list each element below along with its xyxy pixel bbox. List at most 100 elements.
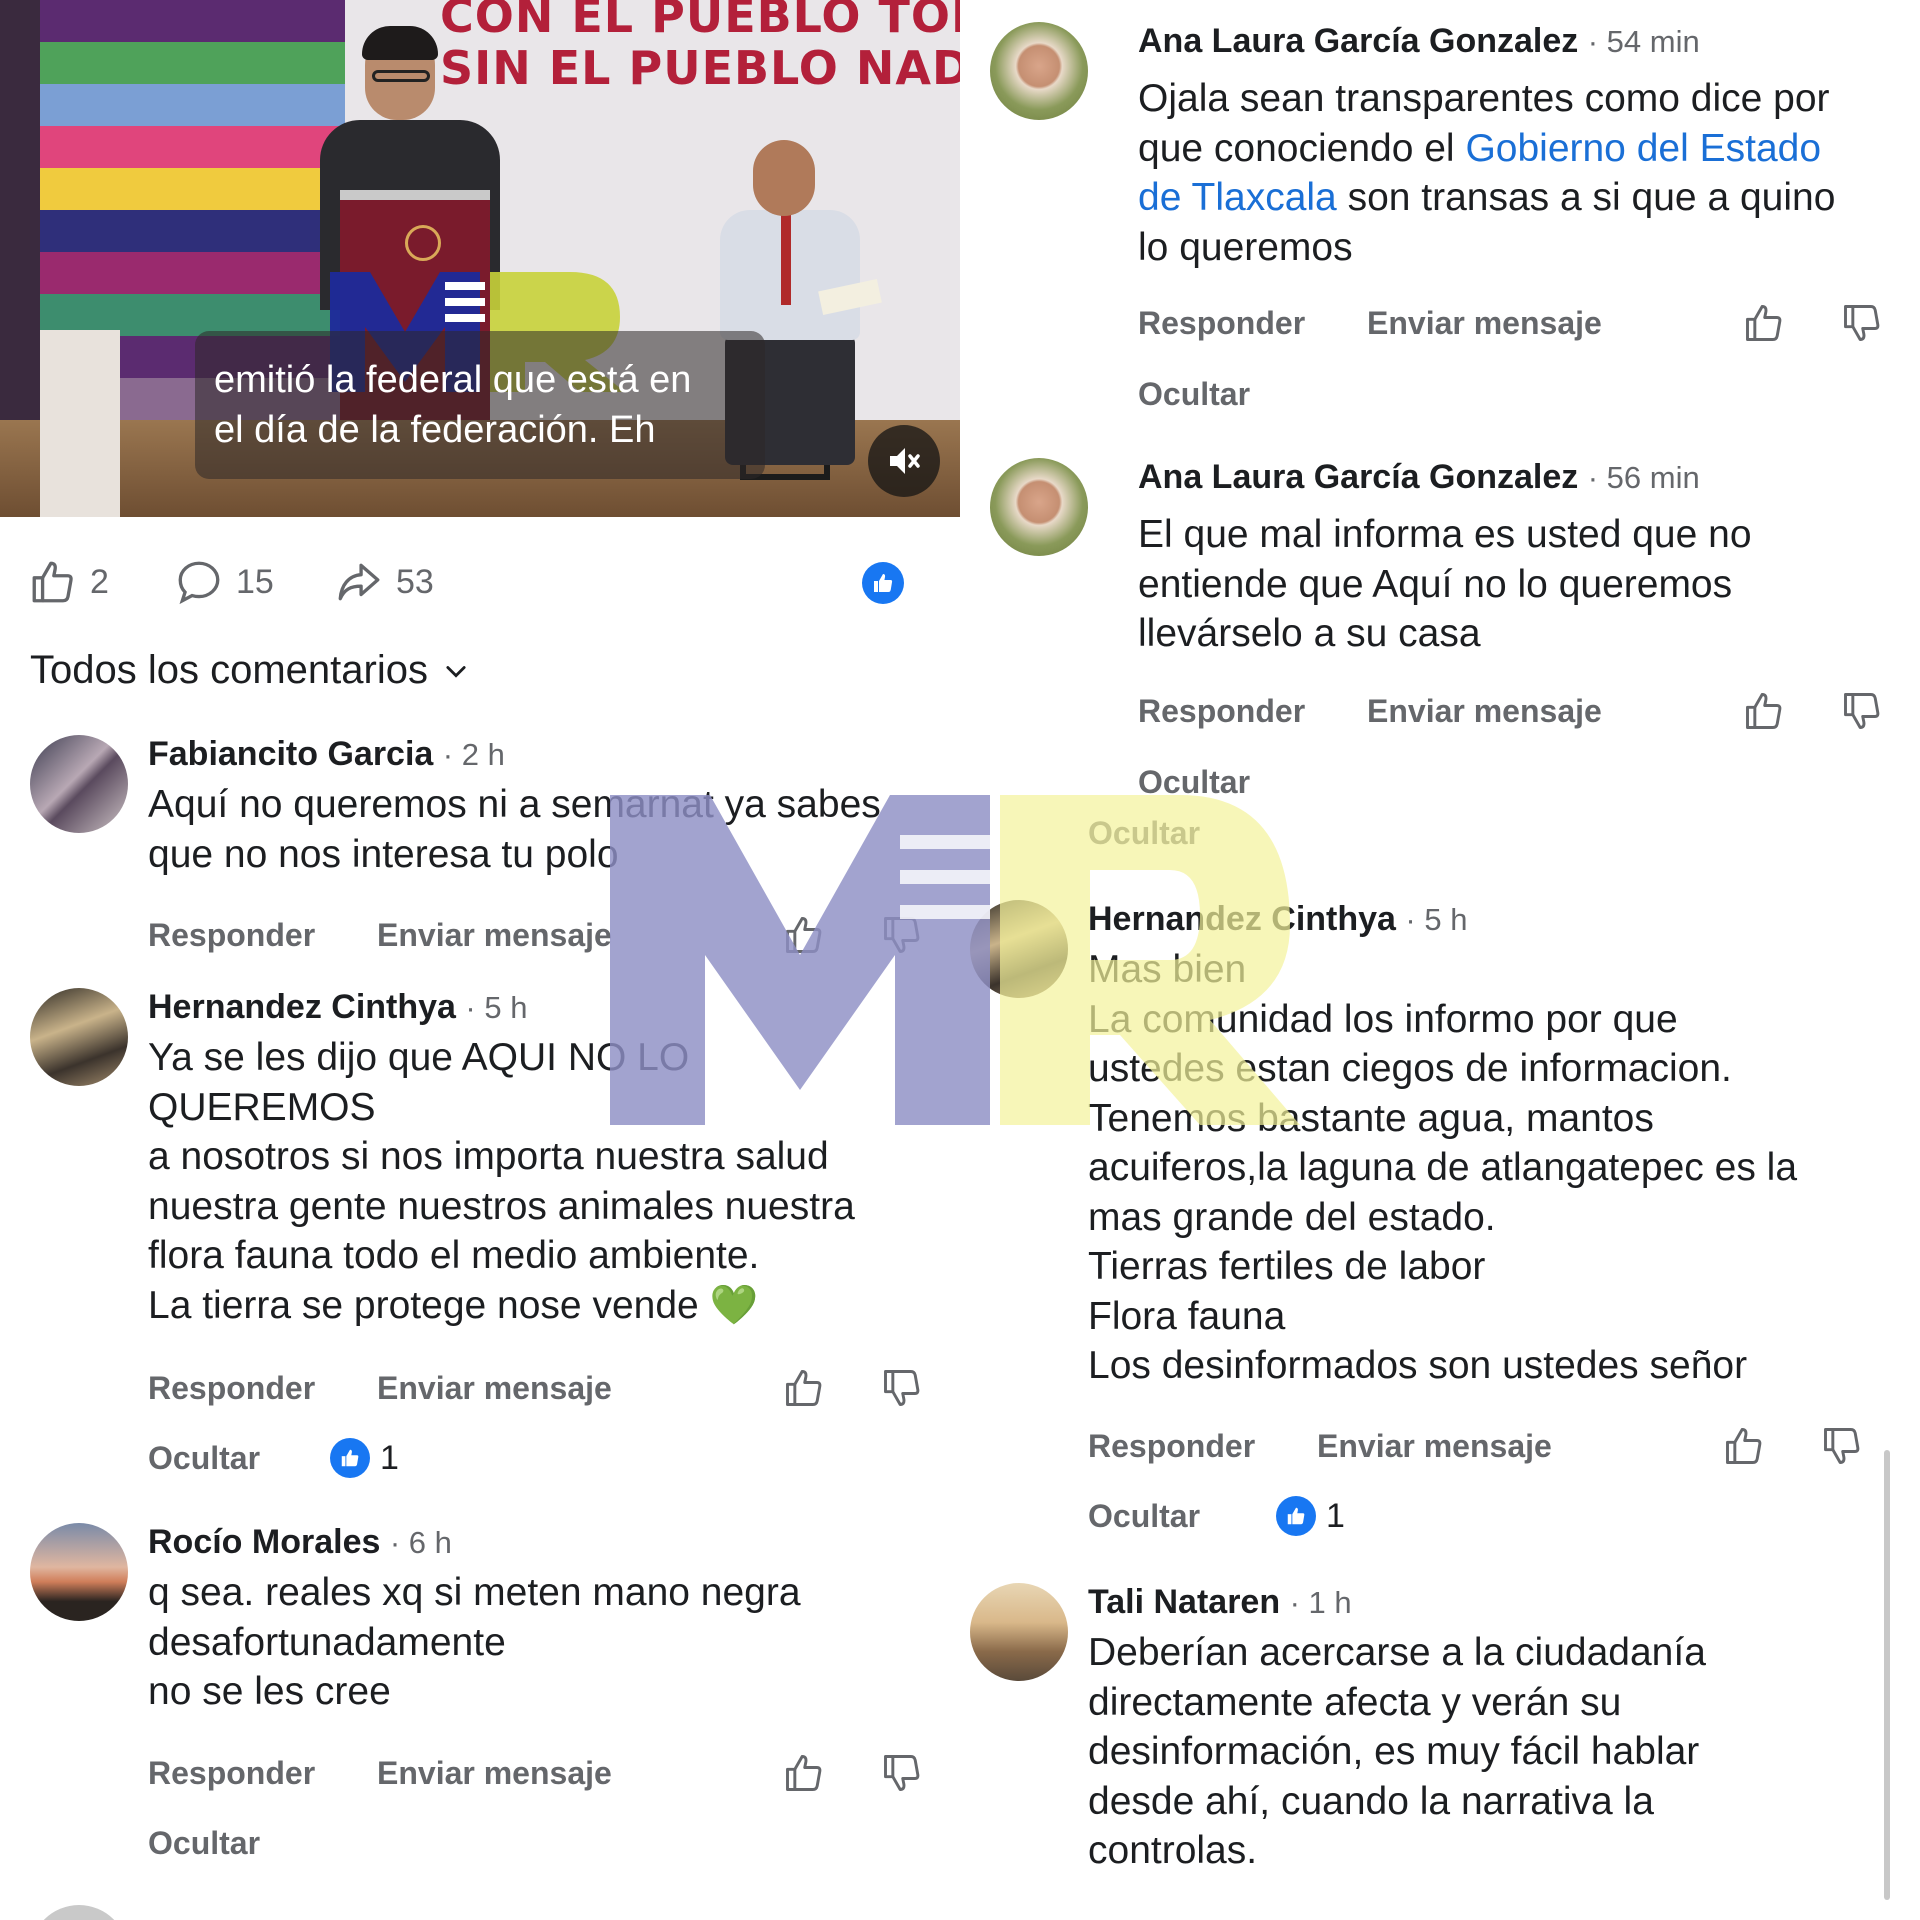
comment-author[interactable]: Ana Laura García Gonzalez: [1138, 458, 1578, 496]
send-message-button[interactable]: Enviar mensaje: [377, 1370, 612, 1407]
thumbs-down-icon[interactable]: [880, 1366, 924, 1410]
comment-author[interactable]: Fabiancito Garcia: [148, 735, 433, 773]
avatar[interactable]: [970, 1583, 1068, 1681]
comment-header: Ana Laura García Gonzalez · 54 min: [1138, 22, 1700, 61]
avatar[interactable]: [30, 735, 128, 833]
comment-item: Hernandez Cinthya · 5 h Mas bien La comu…: [970, 900, 1910, 1550]
comment-text: Aquí no queremos ni a semarnat ya sabes …: [148, 783, 881, 876]
comment-item: Ana Laura García Gonzalez · 54 min Ojala…: [990, 22, 1910, 422]
comments-filter-dropdown[interactable]: Todos los comentarios: [30, 648, 470, 693]
comment-author[interactable]: Rocío Morales: [148, 1523, 380, 1561]
reply-button[interactable]: Responder: [148, 917, 315, 954]
hide-button[interactable]: Ocultar: [148, 1440, 260, 1477]
hide-button[interactable]: Ocultar: [1138, 376, 1250, 413]
comment-header: Fabiancito Garcia · 2 h: [148, 735, 505, 774]
comment-header: Hernandez Cinthya · 5 h: [148, 988, 527, 1027]
hide-button[interactable]: Ocultar: [1088, 1498, 1200, 1535]
comment-item: Hernandez Cinthya · 5 h Ya se les dijo q…: [30, 988, 950, 1488]
comment-time: · 1 h: [1289, 1585, 1352, 1620]
comment-text: q sea. reales xq si meten mano negra des…: [148, 1571, 801, 1713]
thumbs-down-icon[interactable]: [880, 913, 924, 957]
share-action[interactable]: 53: [334, 550, 434, 614]
stage-pillar: [40, 330, 120, 517]
reaction-count[interactable]: 1: [1276, 1494, 1345, 1538]
comment-item: Ana Laura García Gonzalez · 56 min El qu…: [990, 458, 1910, 808]
send-message-button[interactable]: Enviar mensaje: [1367, 305, 1602, 342]
scrollbar[interactable]: [1884, 1450, 1890, 1900]
chevron-down-icon: [446, 665, 466, 678]
comments-filter-label: Todos los comentarios: [30, 648, 428, 692]
avatar[interactable]: [30, 988, 128, 1086]
mute-button[interactable]: [868, 425, 940, 497]
send-message-button[interactable]: Enviar mensaje: [1317, 1428, 1552, 1465]
comment-time: · 5 h: [1405, 902, 1468, 937]
avatar[interactable]: [30, 1905, 128, 1920]
send-message-button[interactable]: Enviar mensaje: [1367, 693, 1602, 730]
avatar[interactable]: [30, 1523, 128, 1621]
comment-header: Hernandez Cinthya · 5 h: [1088, 900, 1467, 939]
comment-time: · 6 h: [389, 1525, 452, 1560]
thumbs-up-icon: [330, 1438, 370, 1478]
thumbs-up-icon: [32, 561, 73, 603]
video-player[interactable]: CON EL PUEBLO TODO SIN EL PUEBLO NADA em…: [0, 0, 960, 517]
right-panel: Ana Laura García Gonzalez · 54 min Ojala…: [960, 0, 1920, 1920]
comment-author[interactable]: Ana Laura García Gonzalez: [1138, 22, 1578, 60]
comment-header: Rocío Morales · 6 h: [148, 1523, 452, 1562]
thumbs-up-icon[interactable]: [782, 1751, 826, 1795]
reaction-count[interactable]: 1: [330, 1436, 399, 1480]
comment-count: 15: [236, 562, 274, 601]
thumbs-down-icon[interactable]: [1840, 689, 1884, 733]
thumbs-down-icon[interactable]: [1840, 301, 1884, 345]
thumbs-down-icon[interactable]: [880, 1751, 924, 1795]
thumbs-up-icon[interactable]: [1722, 1424, 1766, 1468]
thumbs-up-icon[interactable]: [1742, 301, 1786, 345]
comment-time: · 56 min: [1587, 460, 1700, 495]
comment-time: · 54 min: [1587, 24, 1700, 59]
like-reaction-badge: [862, 562, 904, 604]
video-caption: emitió la federal que está en el día de …: [214, 355, 774, 455]
send-message-button[interactable]: Enviar mensaje: [377, 1755, 612, 1792]
reply-button[interactable]: Responder: [148, 1755, 315, 1792]
like-action[interactable]: 2: [28, 550, 109, 614]
like-count: 2: [90, 562, 109, 601]
post-actions-bar: 2 15 53: [28, 550, 938, 614]
share-arrow-icon: [338, 563, 380, 601]
thumbs-up-icon: [1276, 1496, 1316, 1536]
reply-button[interactable]: Responder: [1138, 693, 1305, 730]
comment-author[interactable]: Hernandez Cinthya: [148, 988, 456, 1026]
reply-button[interactable]: Responder: [148, 1370, 315, 1407]
thumbs-up-icon[interactable]: [1742, 689, 1786, 733]
caption-line-2: el día de la federación. Eh: [214, 409, 656, 451]
left-panel: CON EL PUEBLO TODO SIN EL PUEBLO NADA em…: [0, 0, 960, 1920]
reply-button[interactable]: Responder: [1088, 1428, 1255, 1465]
comment-author[interactable]: Hernandez Cinthya: [1088, 900, 1396, 938]
hide-button[interactable]: Ocultar: [1138, 764, 1250, 801]
comment-bubble-icon: [178, 561, 220, 605]
comment-action[interactable]: 15: [174, 550, 274, 614]
comment-text: Ya se les dijo que AQUI NO LO QUEREMOS a…: [148, 1036, 855, 1327]
comment-author[interactable]: Tali Nataren: [1088, 1583, 1280, 1621]
hide-button[interactable]: Ocultar: [1088, 815, 1200, 852]
reaction-number: 1: [1326, 1496, 1345, 1535]
comment-item: Tali Nataren · 1 h Deberían acercarse a …: [970, 1583, 1910, 1913]
banner-line-1: CON EL PUEBLO TODO: [440, 0, 960, 43]
thumbs-up-icon[interactable]: [782, 913, 826, 957]
comment-text: Deberían acercarse a la ciudadanía direc…: [1088, 1631, 1706, 1872]
reply-button[interactable]: Responder: [1138, 305, 1305, 342]
thumbs-up-icon: [874, 574, 893, 592]
avatar[interactable]: [990, 458, 1088, 556]
comment-text: Ojala sean transparentes como dice por q…: [1138, 74, 1908, 272]
send-message-button[interactable]: Enviar mensaje: [377, 917, 612, 954]
video-banner: CON EL PUEBLO TODO SIN EL PUEBLO NADA: [440, 0, 960, 94]
comment-text: El que mal informa es usted que no entie…: [1138, 513, 1752, 655]
reaction-number: 1: [380, 1438, 399, 1477]
comment-time: · 2 h: [442, 737, 505, 772]
avatar[interactable]: [990, 22, 1088, 120]
comment-text: Mas bien La comunidad los informo por qu…: [1088, 948, 1798, 1387]
thumbs-up-icon[interactable]: [782, 1366, 826, 1410]
avatar[interactable]: [970, 900, 1068, 998]
hide-button[interactable]: Ocultar: [148, 1825, 260, 1862]
thumbs-down-icon[interactable]: [1820, 1424, 1864, 1468]
comment-item: Rocío Morales · 6 h q sea. reales xq si …: [30, 1523, 950, 1883]
speaker-muted-icon: [890, 448, 920, 474]
